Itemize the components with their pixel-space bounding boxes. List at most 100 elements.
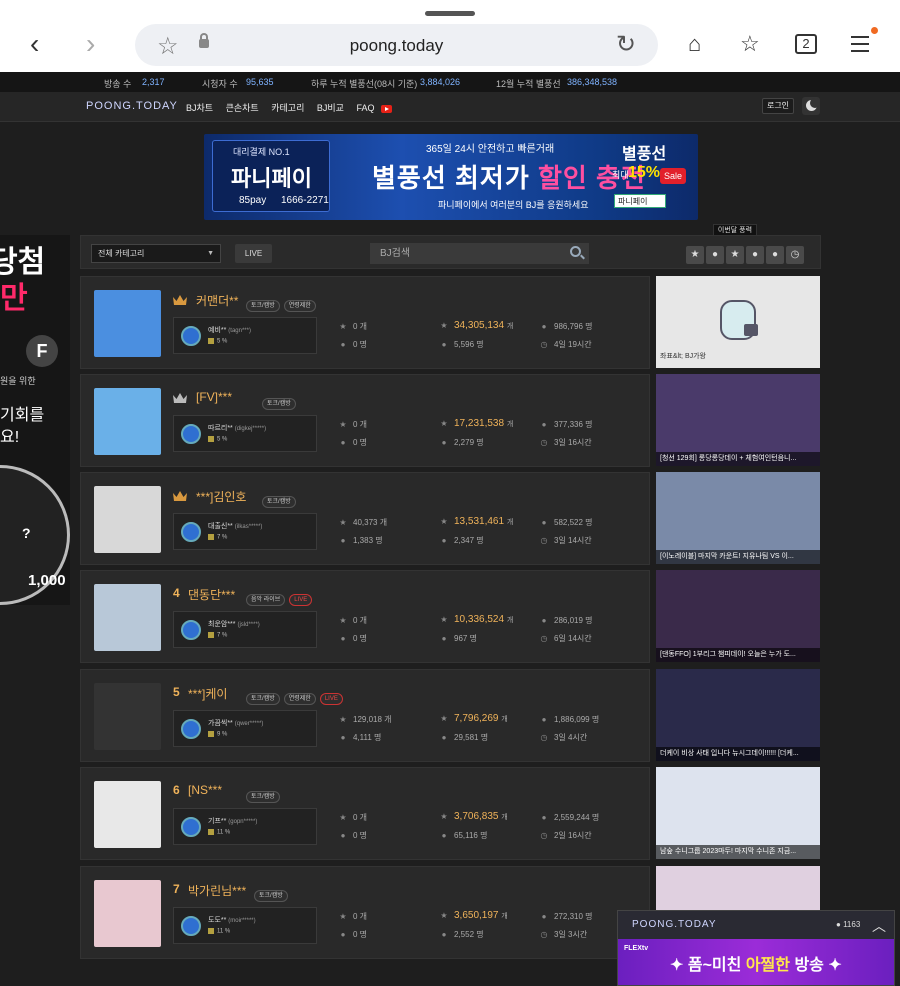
stat-value: 272,310 명 [554,912,593,921]
ranking-row[interactable]: 4 댄동단*** 음악 라이브 LIVE 최운암*** (jsld****) 7 % ★ 0 … [80,570,650,663]
browser-toolbar: ‹ › ☆ poong.today ↻ ⌂ ☆ 2 [0,0,900,72]
floating-promo[interactable]: FLEXtv ✦ 폼~미친 아찔한 방송 ✦ [618,939,894,985]
nav-bj-compare[interactable]: BJ비교 [317,103,344,113]
search-icon[interactable] [570,246,581,257]
bj-search-input[interactable] [370,243,589,264]
drag-handle[interactable] [425,11,475,16]
bj-name[interactable]: [NS*** [188,783,222,797]
fan-name: 기프** (gopn*****) [208,816,257,826]
stat-value: 0 개 [353,322,368,331]
stream-thumbnail[interactable]: [댄동FFO] 1부리그 챔피데이! 오늘은 누가 도... [656,570,820,662]
dark-mode-icon[interactable] [802,97,820,115]
fan-name: 예비** (tagn***) [208,325,251,335]
bj-name[interactable]: ***]케이 [188,685,227,702]
stream-thumbnail[interactable]: [청선 129회] 롱당롱당데이 + 체험여인턴음니... [656,374,820,466]
ranking-row[interactable]: 7 박가린님*** 토크/캠방 도도** (moir*****) 11 % ★ 0 개 ● 0 … [80,866,650,959]
category-tag[interactable]: 연령제한 [283,300,316,312]
chevron-up-icon[interactable]: ︿ [872,916,886,936]
top-fan-box[interactable]: 대출신** (ilkas*****) 7 % [173,513,317,550]
stream-thumbnail[interactable]: 더케이 비상 사태 입니다 뉴시그데이!!!!!! [더케... [656,669,820,761]
top-fan-box[interactable]: 최운암*** (jsld****) 7 % [173,611,317,648]
site-logo[interactable]: POONG.TODAY [86,100,178,112]
category-tag[interactable]: 토크/캠방 [262,398,296,410]
site-nav: POONG.TODAY BJ차트 큰손차트 카테고리 BJ비교 FAQ 로그인 [0,92,900,122]
fan-grade-icon [208,436,214,442]
top-fan-box[interactable]: 예비** (tagn***) 5 % [173,317,317,354]
stat-live-fans: ● 0 명 [338,437,367,448]
clock-icon: ◷ [540,930,548,939]
address-bar[interactable]: ☆ poong.today ↻ [135,24,658,66]
sort-star-icon[interactable]: ★ [686,246,704,264]
top-fan-box[interactable]: 기프** (gopn*****) 11 % [173,808,317,845]
stream-title: [청선 129회] 롱당롱당데이 + 체험여인턴음니... [656,452,820,466]
sort-user-month-icon[interactable]: ● [746,246,764,264]
ranking-row[interactable]: ***]김인호 토크/캠방 대출신** (ilkas*****) 7 % ★ 40,373… [80,472,650,565]
banner-brand: 파니페이 [231,166,312,191]
category-tag[interactable]: 토크/캠방 [246,791,280,803]
crown-icon [173,393,187,403]
sort-user-icon[interactable]: ● [706,246,724,264]
category-tag[interactable]: 토크/캠방 [254,890,288,902]
url-text[interactable]: poong.today [135,36,658,56]
bj-avatar[interactable] [94,880,161,947]
login-button[interactable]: 로그인 [762,98,794,114]
stream-thumbnail[interactable]: [이노레이블] 마지막 카운트! 지유나팀 VS 이... [656,472,820,564]
flextv-logo: FLEXtv [624,945,649,952]
category-select[interactable]: 전체 카테고리 [91,244,221,263]
bj-name[interactable]: 댄동단*** [188,586,235,603]
menu-icon[interactable] [851,36,869,57]
bookmarks-icon[interactable]: ☆ [740,31,760,57]
bj-avatar[interactable] [94,781,161,848]
sort-clock-icon[interactable]: ◷ [786,246,804,264]
youtube-icon[interactable] [381,104,392,113]
fan-name: 따르리** (digkej*****) [208,423,266,433]
banner-headline-top: 365일 24시 안전하고 빠른거래 [426,144,555,155]
banner-headline: 별풍선 최저가 할인 충전 [372,158,646,195]
nav-bj-chart[interactable]: BJ차트 [186,103,213,113]
stat-live-balloons: ★ 0 개 [338,812,367,823]
forward-icon[interactable]: › [86,30,95,58]
bj-name[interactable]: ***]김인호 [196,488,246,505]
tabs-button[interactable]: 2 [795,34,817,54]
fan-nick: 따르리** [208,425,233,432]
bj-avatar[interactable] [94,290,161,357]
category-tag[interactable]: 연령제한 [283,693,316,705]
category-tag[interactable]: 토크/캠방 [262,496,296,508]
bj-avatar[interactable] [94,584,161,651]
sort-star-month-icon[interactable]: ★ [726,246,744,264]
top-fan-box[interactable]: 따르리** (digkej*****) 5 % [173,415,317,452]
top-fan-box[interactable]: 도도** (moir*****) 11 % [173,907,317,944]
category-tag[interactable]: 토크/캠방 [246,693,280,705]
live-filter-button[interactable]: LIVE [235,244,272,263]
ranking-row[interactable]: [FV]*** 토크/캠방 따르리** (digkej*****) 5 % ★ 0 개 ● 0… [80,374,650,467]
reload-icon[interactable]: ↻ [616,30,636,59]
bj-avatar[interactable] [94,388,161,455]
fan-percent: 11 % [208,829,230,836]
top-fan-box[interactable]: 가끔씩** (qwer*****) 9 % [173,710,317,747]
banner-ad[interactable]: 대리결제 NO.1 파니페이 85pay 1666-2271 365일 24시 … [204,134,698,220]
left-side-ad[interactable]: 당첨 -만 F 원을 위한 기회를 요! ? 1,000 [0,235,70,605]
back-icon[interactable]: ‹ [30,30,39,58]
ranking-row[interactable]: 커맨더** 토크/캠방 연령제한 예비** (tagn***) 5 % ★ 0 개 ● 0 명 ★… [80,276,650,369]
bj-avatar[interactable] [94,486,161,553]
bj-name[interactable]: 박가린님*** [188,882,246,899]
live-badge[interactable]: LIVE [319,693,343,705]
stream-thumbnail[interactable]: 좌표&lt; BJ가왕 [656,276,820,368]
sort-users-icon[interactable]: ● [766,246,784,264]
nav-category[interactable]: 카테고리 [271,103,304,113]
live-badge[interactable]: LIVE [289,594,313,606]
bj-name[interactable]: 커맨더** [196,292,238,309]
floating-widget[interactable]: POONG.TODAY ● 1163 ︿ FLEXtv ✦ 폼~미친 아찔한 방… [617,910,895,986]
banner-phone: 1666-2271 [281,195,329,206]
nav-faq[interactable]: FAQ [356,103,374,113]
home-icon[interactable]: ⌂ [688,31,701,57]
bj-avatar[interactable] [94,683,161,750]
ranking-row[interactable]: 5 ***]케이 토크/캠방 연령제한 LIVE 가끔씩** (qwer*****) 9 %… [80,669,650,762]
category-tag[interactable]: 음악 라이브 [246,594,286,606]
nav-bigspender-chart[interactable]: 큰손차트 [226,103,259,113]
bj-name[interactable]: [FV]*** [196,390,232,404]
stream-thumbnail[interactable]: 남숲 수니그룹 2023마두! 마지막 수니존 지금... [656,767,820,859]
category-tag[interactable]: 토크/캠방 [246,300,280,312]
banner-sub: 파니페이에서 여러분의 BJ를 응원하세요 [438,200,589,210]
ranking-row[interactable]: 6 [NS*** 토크/캠방 기프** (gopn*****) 11 % ★ 0 개 ● 0 명… [80,767,650,860]
